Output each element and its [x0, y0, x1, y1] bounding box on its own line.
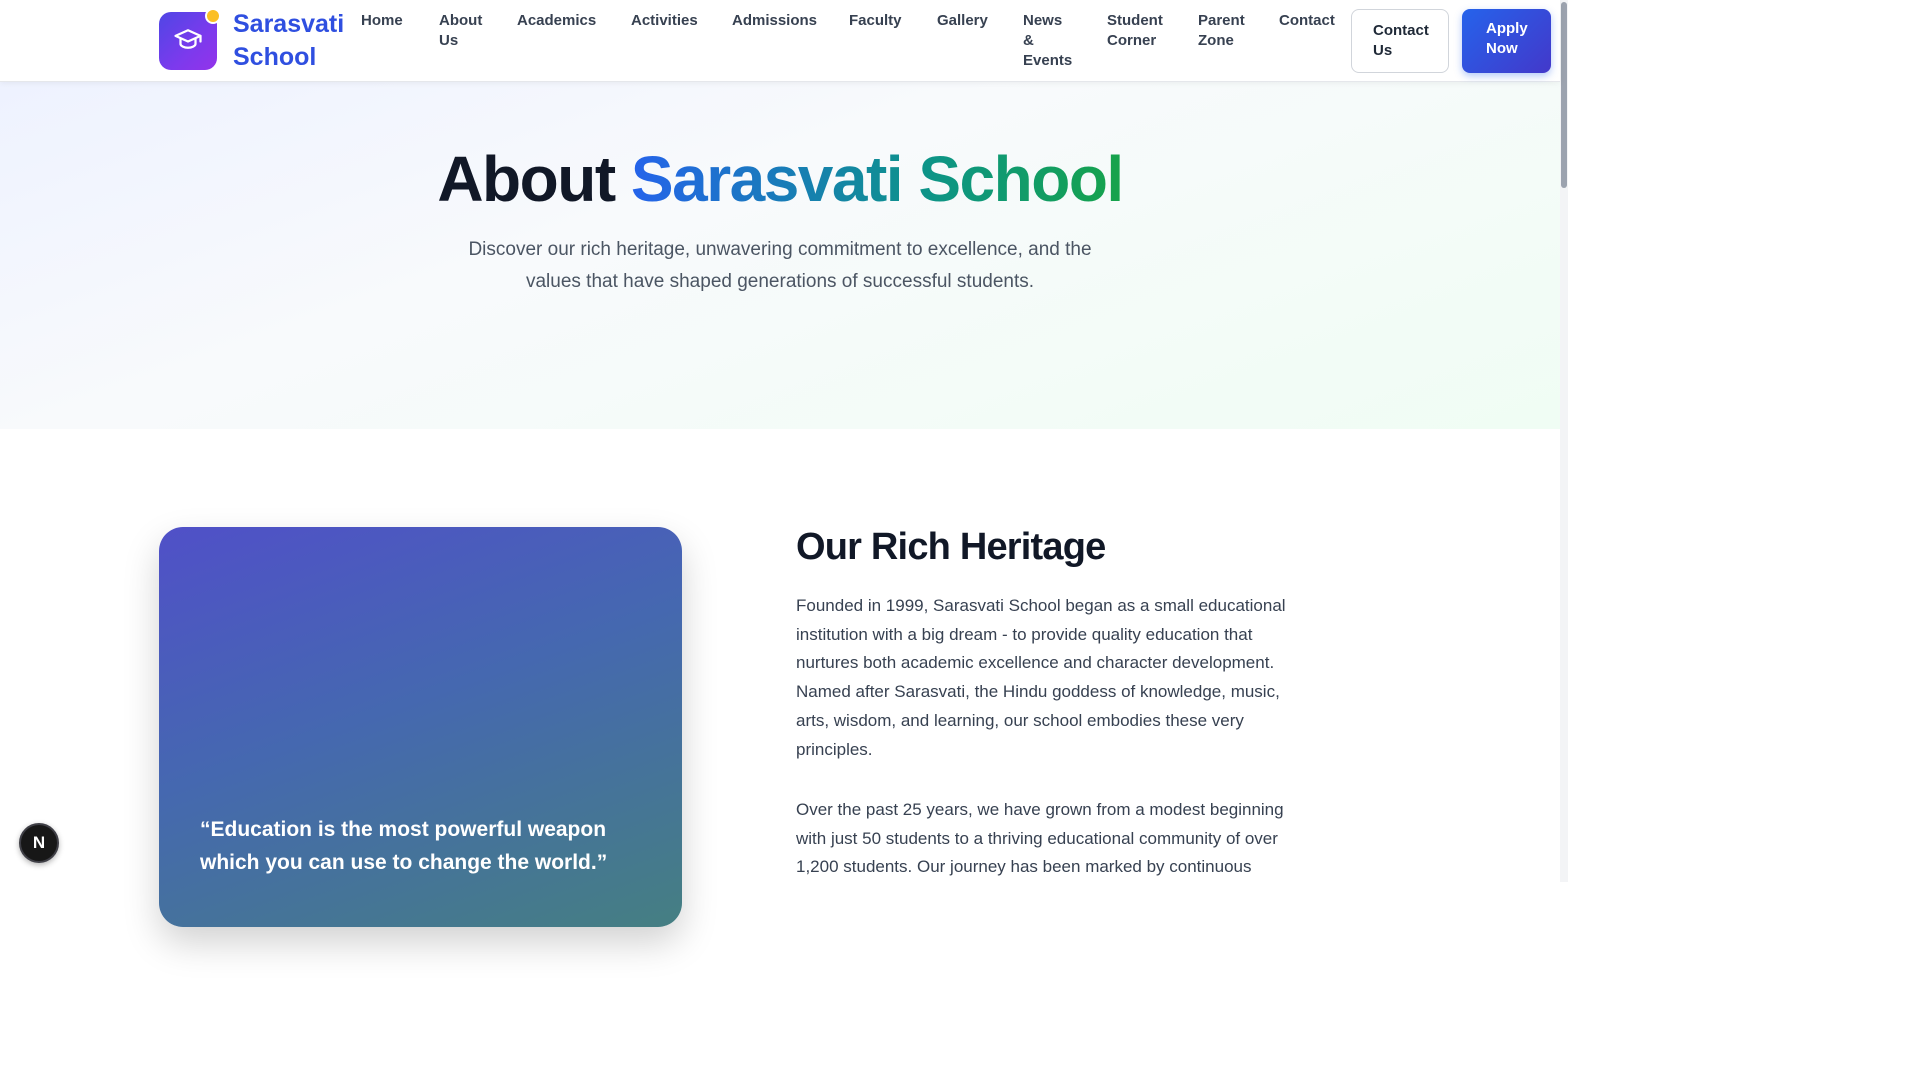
nav-news-events[interactable]: News & Events	[1023, 11, 1107, 71]
subtitle-line: Discover our rich heritage, unwavering c…	[468, 239, 1092, 260]
nav-contact[interactable]: Contact	[1279, 11, 1349, 71]
nav-label: Contact	[1279, 12, 1335, 29]
n-logo-icon: N	[32, 833, 46, 852]
paragraph-line: 1,200 students. Our journey has been mar…	[796, 857, 1252, 877]
button-label: Us	[1373, 42, 1393, 59]
nav-label: Us	[439, 32, 459, 49]
paragraph-line: Over the past 25 years, we have grown fr…	[796, 800, 1284, 819]
scrollbar-thumb[interactable]	[1561, 2, 1567, 188]
brand-name[interactable]: Sarasvati School	[233, 8, 344, 74]
heritage-paragraph-2: Over the past 25 years, we have grown fr…	[796, 796, 1306, 882]
nav-gallery[interactable]: Gallery	[937, 11, 1023, 71]
hero-subtitle: Discover our rich heritage, unwavering c…	[440, 234, 1120, 298]
quote-text: “Education is the most powerful weapon w…	[200, 813, 640, 879]
nav-label: &	[1023, 32, 1034, 49]
main-nav: Home About Us Academics Activities Admis…	[361, 11, 1349, 71]
nav-academics[interactable]: Academics	[517, 11, 631, 71]
quote-line: which you can use to change the world.”	[200, 851, 608, 874]
paragraph-line: nurtures both academic excellence and ch…	[796, 653, 1275, 673]
nav-label: Academics	[517, 12, 597, 29]
button-label: Apply	[1486, 20, 1528, 37]
paragraph-line: principles.	[796, 739, 873, 759]
nav-about-us[interactable]: About Us	[439, 11, 517, 71]
graduation-cap-icon	[173, 24, 203, 59]
apply-now-button[interactable]: Apply Now	[1462, 9, 1551, 73]
contact-us-button[interactable]: Contact Us	[1351, 9, 1449, 73]
nav-home[interactable]: Home	[361, 11, 439, 71]
heritage-title: Our Rich Heritage	[796, 526, 1106, 568]
nav-label: Corner	[1107, 32, 1157, 49]
notification-dot	[205, 8, 221, 24]
page-title: About Sarasvati School	[0, 142, 1560, 216]
nav-parent-zone[interactable]: Parent Zone	[1198, 11, 1279, 71]
nav-label: Faculty	[849, 12, 902, 29]
heritage-image-card: “Education is the most powerful weapon w…	[159, 527, 682, 927]
paragraph-line: Named after Sarasvati, the Hindu goddess…	[796, 682, 1280, 702]
quote-line: “Education is the most powerful weapon	[200, 818, 607, 841]
heritage-paragraph-1: Founded in 1999, Sarasvati School began …	[796, 592, 1306, 764]
nav-label: Home	[361, 12, 403, 29]
nav-admissions[interactable]: Admissions	[732, 11, 849, 71]
nav-label: Activities	[631, 12, 698, 29]
button-label: Contact	[1373, 22, 1429, 39]
nav-label: News	[1023, 12, 1063, 29]
nav-label: Parent	[1198, 12, 1245, 29]
nav-label: About	[439, 12, 483, 29]
button-label: Now	[1486, 40, 1518, 57]
next-dev-indicator-button[interactable]: N	[19, 823, 59, 863]
paragraph-line: with just 50 students to a thriving educ…	[796, 828, 1278, 848]
title-accent: Sarasvati School	[630, 143, 1124, 215]
nav-label: Student	[1107, 12, 1163, 29]
paragraph-line: Founded in 1999, Sarasvati School began …	[796, 596, 1286, 615]
logo[interactable]	[159, 8, 221, 70]
nav-label: Gallery	[937, 12, 988, 29]
title-dark: About	[437, 143, 616, 215]
brand-line-1: Sarasvati	[233, 10, 345, 38]
paragraph-line: institution with a big dream - to provid…	[796, 624, 1253, 644]
nav-label: Events	[1023, 52, 1073, 69]
nav-activities[interactable]: Activities	[631, 11, 732, 71]
nav-label: Admissions	[732, 12, 818, 29]
nav-label: Zone	[1198, 32, 1234, 49]
hero-section: About Sarasvati School Discover our rich…	[0, 82, 1560, 429]
site-header: Sarasvati School Home About Us Academics…	[0, 0, 1560, 82]
scrollbar[interactable]	[1560, 0, 1568, 882]
nav-student-corner[interactable]: Student Corner	[1107, 11, 1198, 71]
nav-faculty[interactable]: Faculty	[849, 11, 937, 71]
paragraph-line: arts, wisdom, and learning, our school e…	[796, 710, 1244, 730]
brand-line-2: School	[233, 43, 317, 71]
subtitle-line: values that have shaped generations of s…	[525, 271, 1035, 292]
